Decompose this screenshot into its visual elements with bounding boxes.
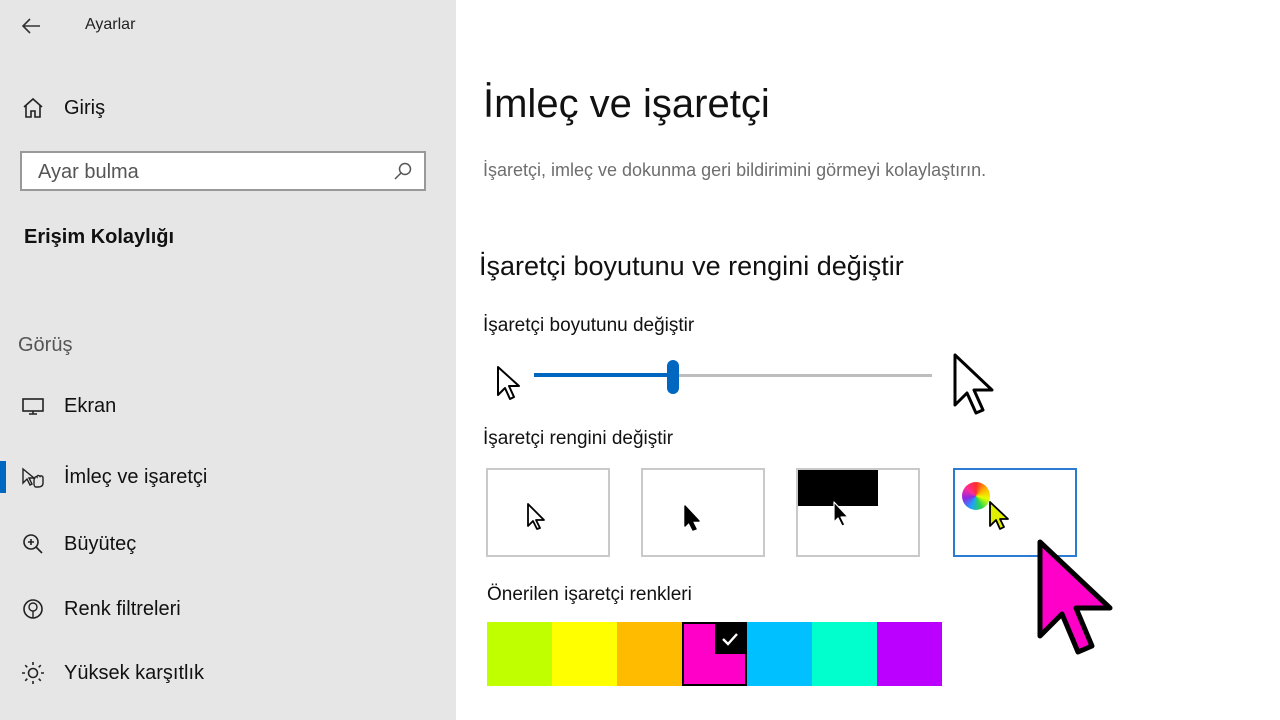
page-title: İmleç ve işaretçi xyxy=(483,82,770,126)
magnifier-icon xyxy=(20,531,46,557)
sidebar-item-label: İmleç ve işaretçi xyxy=(64,465,208,488)
slider-thumb[interactable] xyxy=(667,360,680,394)
search-input[interactable] xyxy=(36,159,380,185)
checkmark-icon xyxy=(715,624,745,654)
color-swatch-5[interactable] xyxy=(747,622,812,686)
pointer-color-black[interactable] xyxy=(641,468,765,557)
page-description: İşaretçi, imleç ve dokunma geri bildirim… xyxy=(483,160,987,180)
color-swatch-2[interactable] xyxy=(552,622,617,686)
color-swatch-6[interactable] xyxy=(812,622,877,686)
pointer-color-label: İşaretçi rengini değiştir xyxy=(483,428,674,449)
pointer-size-slider[interactable] xyxy=(534,356,934,396)
white-pointer-icon xyxy=(527,503,545,530)
settings-window: Ayarlar Giriş Erişim Kolaylığı Görüş xyxy=(0,0,1280,720)
pointer-color-white[interactable] xyxy=(486,468,610,557)
sidebar-item-ekran[interactable]: Ekran xyxy=(0,378,456,434)
color-wheel-icon xyxy=(962,482,990,510)
inverted-pointer-icon xyxy=(833,501,849,527)
main-content: İmleç ve işaretçi İşaretçi, imleç ve dok… xyxy=(456,0,1280,720)
large-pointer-icon xyxy=(953,353,994,415)
sidebar-item-magnifier[interactable]: Büyüteç xyxy=(0,516,456,572)
nav-home[interactable]: Giriş xyxy=(0,80,456,136)
pointer-hand-icon xyxy=(20,464,46,490)
color-swatch-7[interactable] xyxy=(877,622,942,686)
sidebar-item-color-filters[interactable]: Renk filtreleri xyxy=(0,581,456,637)
slider-fill xyxy=(534,373,674,377)
color-swatch-4[interactable] xyxy=(682,622,747,686)
small-pointer-icon xyxy=(497,366,520,400)
settings-search[interactable] xyxy=(20,151,426,191)
color-swatch-3[interactable] xyxy=(617,622,682,686)
nav-home-label: Giriş xyxy=(64,96,106,119)
suggested-color-swatches xyxy=(487,622,947,686)
magenta-pointer-icon xyxy=(1037,539,1113,655)
pointer-color-inverted[interactable] xyxy=(796,468,920,557)
back-arrow-icon xyxy=(21,18,40,34)
color-filter-icon xyxy=(20,596,46,622)
sidebar: Ayarlar Giriş Erişim Kolaylığı Görüş xyxy=(0,0,456,720)
sidebar-item-label: Renk filtreleri xyxy=(64,597,181,620)
sidebar-section-title: Erişim Kolaylığı xyxy=(24,226,175,248)
monitor-icon xyxy=(20,393,46,419)
search-icon[interactable] xyxy=(392,161,414,183)
home-icon xyxy=(20,95,46,121)
yellow-pointer-icon xyxy=(989,501,1009,530)
sidebar-item-pointer[interactable]: İmleç ve işaretçi xyxy=(0,449,456,505)
suggested-colors-label: Önerilen işaretçi renkleri xyxy=(487,584,692,605)
title-bar: Ayarlar xyxy=(0,0,456,54)
sidebar-item-label: Büyüteç xyxy=(64,532,137,555)
pointer-size-label: İşaretçi boyutunu değiştir xyxy=(483,315,695,336)
brightness-icon xyxy=(20,660,46,686)
color-swatch-1[interactable] xyxy=(487,622,552,686)
black-pointer-icon xyxy=(684,505,700,531)
back-button[interactable] xyxy=(14,10,48,42)
sidebar-group-heading: Görüş xyxy=(18,334,73,356)
app-title: Ayarlar xyxy=(85,16,136,33)
sidebar-item-label: Yüksek karşıtlık xyxy=(64,661,205,684)
sidebar-item-label: Ekran xyxy=(64,394,117,417)
section-title: İşaretçi boyutunu ve rengini değiştir xyxy=(479,251,904,281)
sidebar-item-high-contrast[interactable]: Yüksek karşıtlık xyxy=(0,645,456,701)
